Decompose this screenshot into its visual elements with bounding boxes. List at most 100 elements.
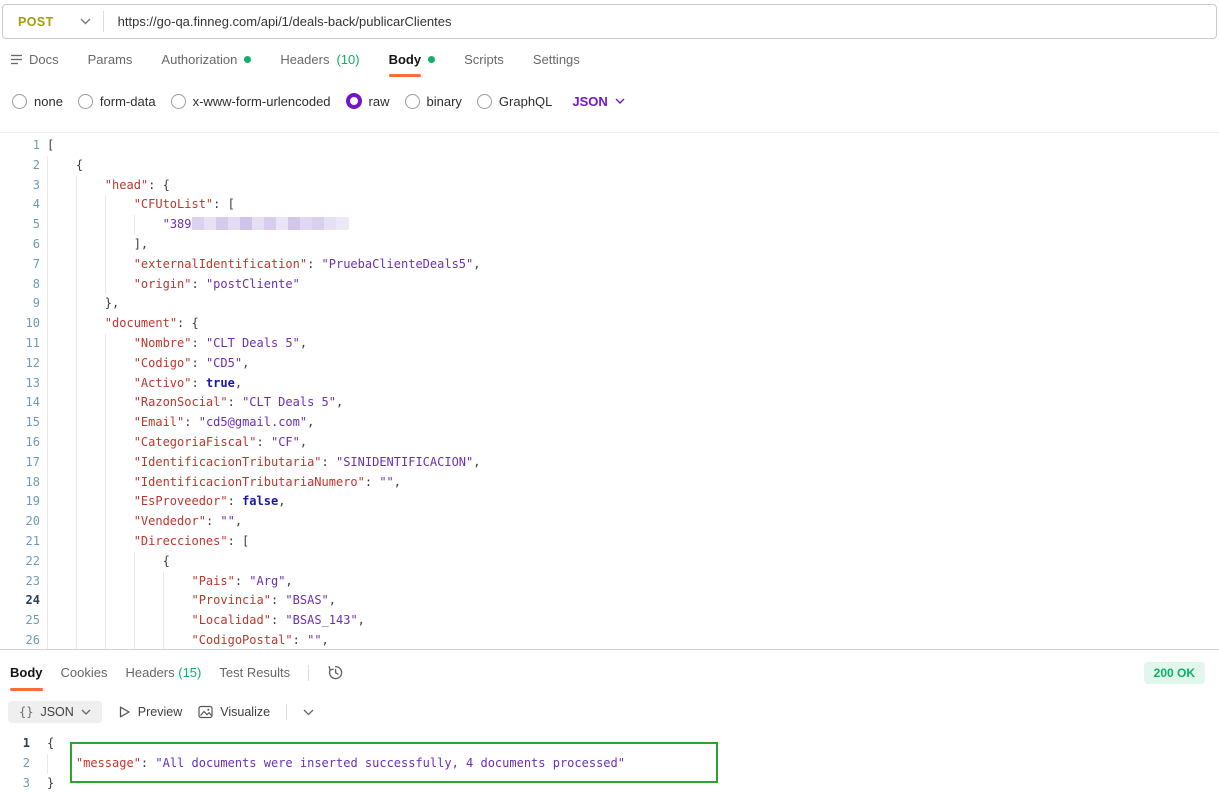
code-token: , [336, 395, 343, 409]
indent-guide [76, 294, 77, 314]
code-token: "CodigoPostal" [191, 633, 292, 647]
indent-guide [105, 453, 106, 473]
code-token: "CategoriaFiscal" [134, 435, 257, 449]
code-token: "cd5@gmail.com" [199, 415, 307, 429]
code-token: : { [177, 316, 199, 330]
code-token: , [285, 574, 292, 588]
tab-authorization[interactable]: Authorization [161, 39, 251, 79]
radio-binary[interactable]: binary [405, 94, 462, 109]
tab-docs[interactable]: Docs [10, 39, 59, 79]
tab-scripts[interactable]: Scripts [464, 39, 504, 79]
code-token: : [271, 593, 285, 607]
method-select[interactable]: POST [3, 15, 103, 29]
response-tab-test-results[interactable]: Test Results [219, 665, 290, 680]
indent-guide [76, 473, 77, 493]
code-line: 14"RazonSocial": "CLT Deals 5", [0, 393, 1219, 413]
indent-guide [76, 453, 77, 473]
indent-guide [76, 334, 77, 354]
radio-circle [12, 94, 27, 109]
status-badge: 200 OK [1144, 662, 1205, 684]
line-number: 5 [0, 215, 40, 235]
code-token: "postCliente" [206, 277, 300, 291]
code-token: "CF" [271, 435, 300, 449]
code-line: 25"Localidad": "BSAS_143", [0, 611, 1219, 631]
code-token: "document" [105, 316, 177, 330]
code-token: "head" [105, 178, 148, 192]
code-line: 12"Codigo": "CD5", [0, 354, 1219, 374]
code-token: "CFUtoList" [134, 197, 213, 211]
indent-guide [47, 176, 48, 196]
code-token: "Provincia" [191, 593, 270, 607]
request-url-bar: POST https://go-qa.finneg.com/api/1/deal… [2, 4, 1217, 39]
indent-guide [47, 255, 48, 275]
braces-icon: {} [19, 705, 33, 719]
api-client-window: POST https://go-qa.finneg.com/api/1/deal… [0, 4, 1219, 798]
tab-headers[interactable]: Headers (10) [280, 39, 359, 79]
response-tab-body[interactable]: Body [10, 665, 43, 680]
code-token: "" [307, 633, 321, 647]
indent-guide [47, 354, 48, 374]
indent-guide [76, 176, 77, 196]
code-token: , [235, 514, 242, 528]
response-body-viewer[interactable]: 1{2"message": "All documents were insert… [0, 729, 1219, 793]
raw-language-select[interactable]: JSON [572, 94, 624, 109]
indent-guide [76, 433, 77, 453]
radio-graphql[interactable]: GraphQL [477, 94, 552, 109]
radio-none[interactable]: none [12, 94, 63, 109]
code-token: : [271, 613, 285, 627]
line-number: 1 [0, 734, 30, 754]
indent-guide [47, 591, 48, 611]
code-line: 15"Email": "cd5@gmail.com", [0, 413, 1219, 433]
radio-x-www-form-urlencoded[interactable]: x-www-form-urlencoded [171, 94, 331, 109]
code-token: { [163, 554, 170, 568]
tab-settings[interactable]: Settings [533, 39, 580, 79]
line-number: 17 [0, 453, 40, 473]
response-tab-headers[interactable]: Headers (15) [125, 665, 201, 680]
line-number: 6 [0, 235, 40, 255]
url-input[interactable]: https://go-qa.finneg.com/api/1/deals-bac… [104, 14, 1216, 29]
code-token: "BSAS_143" [285, 613, 357, 627]
toolbar-chevron-down-icon[interactable] [303, 709, 314, 716]
indent-guide [47, 393, 48, 413]
indent-guide [105, 255, 106, 275]
request-body-editor[interactable]: 1[2{3"head": {4"CFUtoList": [5"3896],7"e… [0, 132, 1219, 649]
indent-guide [47, 275, 48, 295]
code-token: , [358, 613, 365, 627]
code-token: "Activo" [134, 376, 192, 390]
code-token: } [47, 776, 54, 790]
code-token: , [394, 475, 401, 489]
tab-body[interactable]: Body [389, 39, 436, 79]
response-tab-cookies[interactable]: Cookies [61, 665, 108, 680]
indent-guide [76, 393, 77, 413]
line-number: 4 [0, 195, 40, 215]
indent-guide [47, 572, 48, 592]
indent-guide [76, 512, 77, 532]
image-icon [198, 705, 213, 719]
code-line: 18"IdentificacionTributariaNumero": "", [0, 473, 1219, 493]
body-type-row: none form-data x-www-form-urlencoded raw… [0, 79, 1219, 123]
code-token: "Pais" [191, 574, 234, 588]
code-line: 11"Nombre": "CLT Deals 5", [0, 334, 1219, 354]
code-line: 13"Activo": true, [0, 374, 1219, 394]
response-history-button[interactable] [327, 664, 344, 681]
tab-params[interactable]: Params [88, 39, 133, 79]
response-code: 1{2"message": "All documents were insert… [0, 734, 1219, 793]
line-number: 2 [0, 754, 30, 774]
line-number: 11 [0, 334, 40, 354]
code-line: 1[ [0, 136, 1219, 156]
line-number: 19 [0, 492, 40, 512]
radio-raw[interactable]: raw [346, 93, 390, 109]
visualize-button[interactable]: Visualize [198, 705, 270, 719]
preview-button[interactable]: Preview [118, 705, 182, 719]
radio-form-data[interactable]: form-data [78, 94, 156, 109]
headers-count: (10) [336, 52, 359, 67]
code-token: : [191, 356, 205, 370]
indent-guide [76, 275, 77, 295]
indent-guide [47, 314, 48, 334]
response-format-select[interactable]: {} JSON [8, 701, 102, 723]
code-token: { [47, 736, 54, 750]
indent-guide [105, 611, 106, 631]
code-line: 7"externalIdentification": "PruebaClient… [0, 255, 1219, 275]
indent-guide [76, 215, 77, 235]
indent-guide [47, 453, 48, 473]
